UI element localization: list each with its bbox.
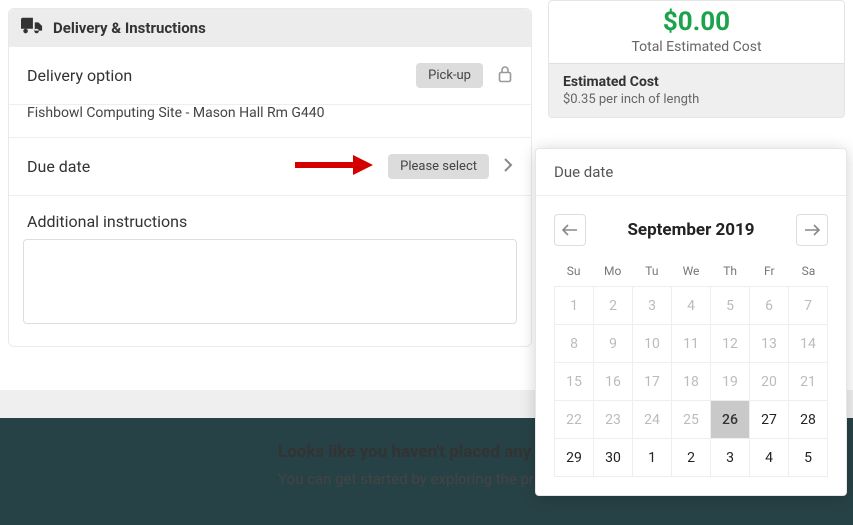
calendar-day[interactable]: 27 [750,401,789,439]
calendar-day: 18 [672,363,711,401]
calendar-day: 2 [594,287,633,325]
calendar-dow: Sa [789,260,828,286]
cost-summary-box: $0.00 Total Estimated Cost Estimated Cos… [548,0,845,118]
estimated-cost-sub: $0.35 per inch of length [563,92,830,107]
next-month-button[interactable] [796,214,828,246]
calendar-day: 13 [750,325,789,363]
calendar-dow: Tu [632,260,671,286]
calendar-dow: Th [711,260,750,286]
card-header: Delivery & Instructions [9,9,531,47]
calendar-day: 14 [789,325,828,363]
calendar-day: 25 [672,401,711,439]
calendar-day: 4 [672,287,711,325]
calendar-day: 12 [711,325,750,363]
delivery-option-row[interactable]: Delivery option Pick-up [9,47,531,105]
calendar-day[interactable]: 1 [633,439,672,477]
calendar-day: 19 [711,363,750,401]
calendar-day: 9 [594,325,633,363]
date-picker-popup: Due date September 2019 SuMoTuWeThFrSa 1… [535,148,847,496]
calendar-day[interactable]: 2 [672,439,711,477]
calendar-day: 15 [555,363,594,401]
calendar-day: 6 [750,287,789,325]
calendar-day: 16 [594,363,633,401]
due-date-row[interactable]: Due date Please select [9,137,531,196]
calendar-day: 17 [633,363,672,401]
calendar-day[interactable]: 28 [789,401,828,439]
calendar-day: 8 [555,325,594,363]
estimated-cost-title: Estimated Cost [563,74,830,90]
calendar-day: 5 [711,287,750,325]
chevron-right-icon [503,157,513,176]
due-date-value: Please select [388,154,489,179]
truck-icon [21,17,43,39]
red-arrow-annotation [293,153,373,181]
calendar-day: 21 [789,363,828,401]
calendar-dow: Mo [593,260,632,286]
calendar-day[interactable]: 4 [750,439,789,477]
calendar-day: 23 [594,401,633,439]
calendar-day: 11 [672,325,711,363]
lock-icon [497,65,513,87]
calendar-month-title: September 2019 [627,220,754,240]
prev-month-button[interactable] [554,214,586,246]
calendar-day: 22 [555,401,594,439]
calendar-day: 10 [633,325,672,363]
calendar-day: 20 [750,363,789,401]
date-picker-title: Due date [536,149,846,196]
calendar-day[interactable]: 26 [711,401,750,439]
instructions-label: Additional instructions [9,196,531,239]
calendar-day: 1 [555,287,594,325]
calendar-day: 3 [633,287,672,325]
calendar-dow: Su [554,260,593,286]
card-title: Delivery & Instructions [53,19,206,37]
delivery-option-label: Delivery option [27,66,132,85]
total-cost-caption: Total Estimated Cost [549,39,844,55]
calendar-day[interactable]: 3 [711,439,750,477]
calendar-day: 7 [789,287,828,325]
delivery-option-value: Pick-up [416,63,483,88]
calendar-dow: Fr [750,260,789,286]
due-date-label: Due date [27,157,90,176]
instructions-textarea[interactable] [23,239,517,324]
calendar-day: 24 [633,401,672,439]
calendar-day[interactable]: 5 [789,439,828,477]
calendar-day[interactable]: 30 [594,439,633,477]
calendar-day[interactable]: 29 [555,439,594,477]
delivery-instructions-card: Delivery & Instructions Delivery option … [8,8,532,347]
total-cost-amount: $0.00 [549,7,844,37]
calendar-dow: We [671,260,710,286]
delivery-site: Fishbowl Computing Site - Mason Hall Rm … [9,105,531,137]
